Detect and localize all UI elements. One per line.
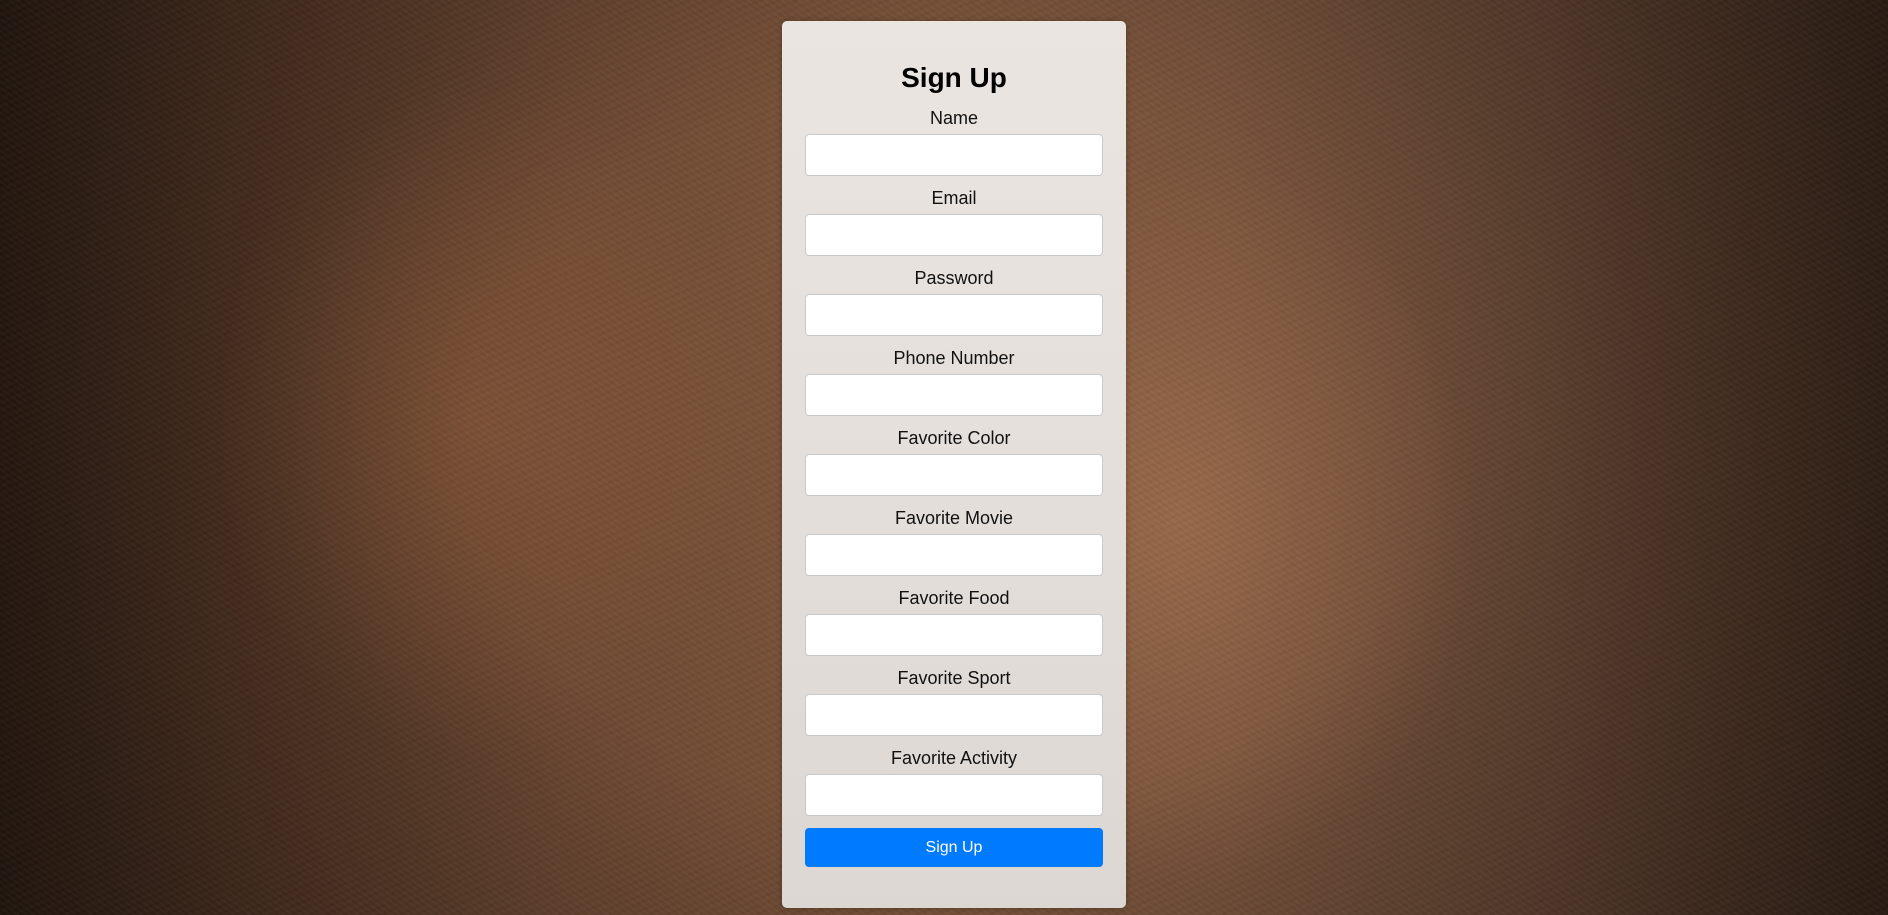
form-title: Sign Up — [901, 62, 1007, 93]
favorite-activity-field-group: Favorite Activity — [805, 748, 1103, 816]
password-label: Password — [914, 268, 994, 288]
favorite-color-input[interactable] — [805, 454, 1103, 496]
phone-label: Phone Number — [893, 348, 1015, 368]
password-field-group: Password — [805, 268, 1103, 336]
favorite-color-field-group: Favorite Color — [805, 428, 1103, 496]
favorite-movie-field-group: Favorite Movie — [805, 508, 1103, 576]
phone-input[interactable] — [805, 374, 1103, 416]
favorite-movie-input[interactable] — [805, 534, 1103, 576]
sign-up-button[interactable]: Sign Up — [805, 828, 1103, 867]
favorite-sport-field-group: Favorite Sport — [805, 668, 1103, 736]
favorite-sport-label: Favorite Sport — [897, 668, 1011, 688]
name-label: Name — [929, 108, 978, 128]
email-input[interactable] — [805, 214, 1103, 256]
name-input[interactable] — [805, 134, 1103, 176]
password-input[interactable] — [805, 294, 1103, 336]
name-field-group: Name — [805, 108, 1103, 176]
favorite-color-label: Favorite Color — [897, 428, 1011, 448]
email-label: Email — [931, 188, 977, 208]
favorite-sport-input[interactable] — [805, 694, 1103, 736]
favorite-food-label: Favorite Food — [898, 588, 1010, 608]
favorite-food-field-group: Favorite Food — [805, 588, 1103, 656]
favorite-activity-label: Favorite Activity — [890, 748, 1018, 768]
favorite-activity-input[interactable] — [805, 774, 1103, 816]
email-field-group: Email — [805, 188, 1103, 256]
favorite-food-input[interactable] — [805, 614, 1103, 656]
signup-form-card: Sign Up Name Email Password Phone Number… — [782, 21, 1126, 908]
phone-field-group: Phone Number — [805, 348, 1103, 416]
favorite-movie-label: Favorite Movie — [894, 508, 1014, 528]
